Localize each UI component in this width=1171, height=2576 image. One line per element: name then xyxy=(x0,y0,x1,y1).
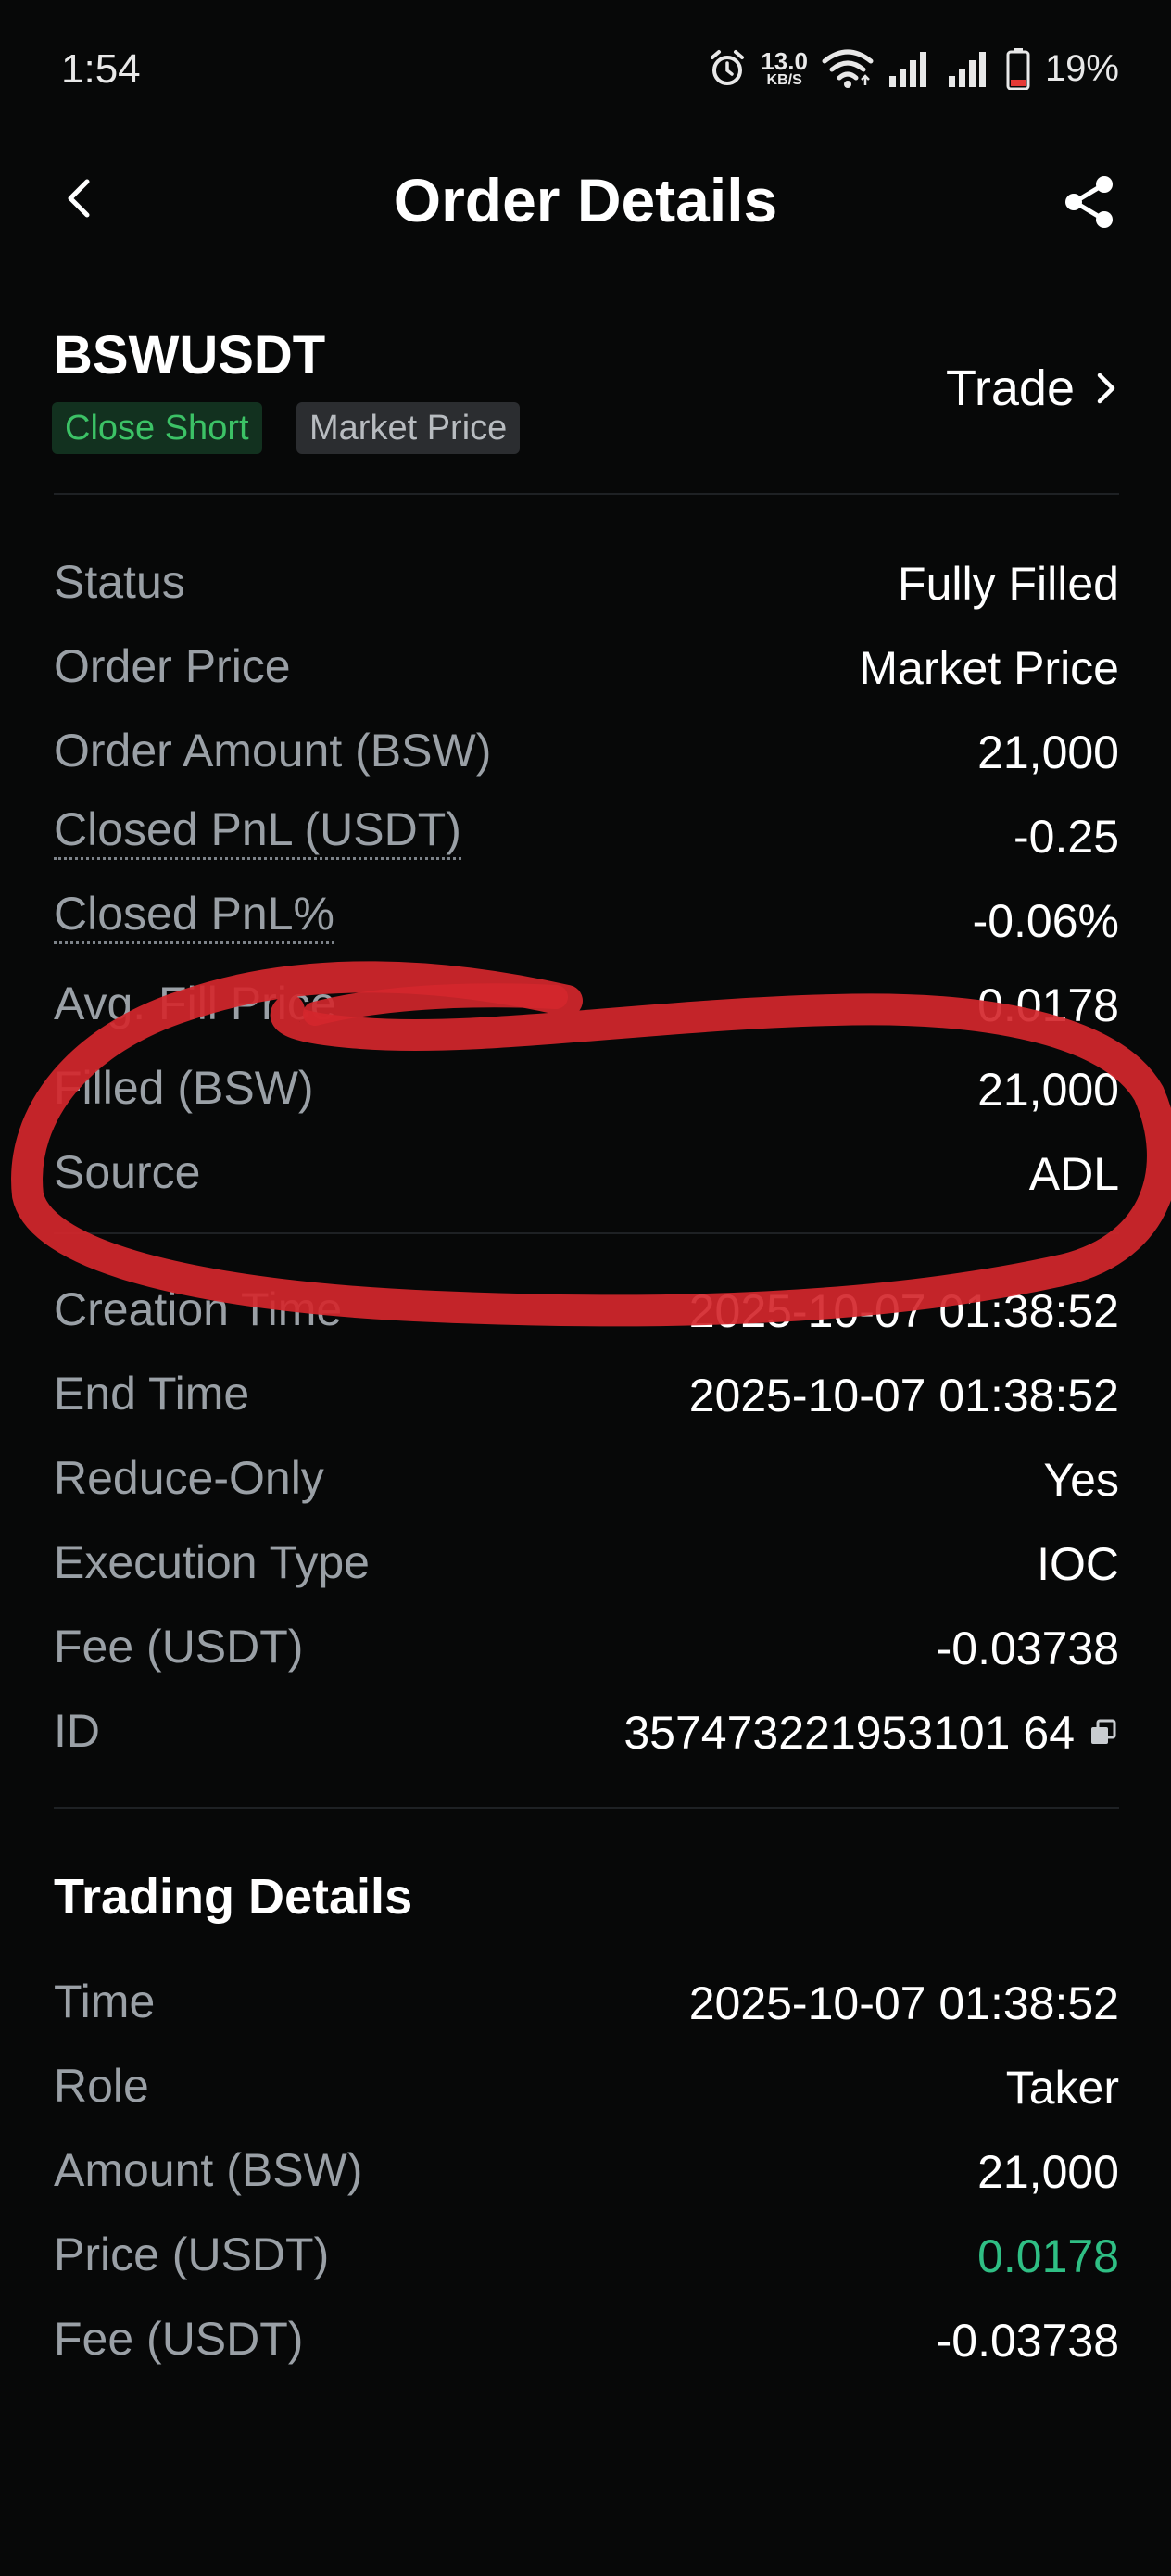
status-icons: 13.0 KB/S 19% xyxy=(707,43,1119,95)
share-icon[interactable] xyxy=(1060,172,1119,232)
detail-label: Filled (BSW) xyxy=(54,1062,314,1114)
detail-row-execution-type: Execution Type IOC xyxy=(54,1529,1119,1613)
detail-label: Source xyxy=(54,1146,201,1198)
battery-icon xyxy=(1006,48,1030,90)
detail-label: Fee (USDT) xyxy=(54,2313,304,2365)
trade-row-fee: Fee (USDT) -0.03738 xyxy=(54,2305,1119,2390)
chevron-right-icon xyxy=(1097,373,1115,404)
divider xyxy=(54,1807,1119,1809)
detail-label: Time xyxy=(54,1976,156,2027)
trade-label: Trade xyxy=(945,360,1075,416)
detail-label: End Time xyxy=(54,1368,250,1420)
trade-row-amount: Amount (BSW) 21,000 xyxy=(54,2137,1119,2221)
detail-label: Role xyxy=(54,2060,149,2112)
price-value: 0.0178 xyxy=(977,2230,1119,2282)
trade-row-role: Role Taker xyxy=(54,2052,1119,2137)
detail-value: 2025-10-07 01:38:52 xyxy=(688,1977,1119,2029)
detail-row-status: Status Fully Filled xyxy=(54,549,1119,633)
detail-row-closed-pnl-percent: Closed PnL% -0.06% xyxy=(54,886,1119,970)
signal-icon xyxy=(948,52,986,87)
detail-value: 2025-10-07 01:38:52 xyxy=(688,1370,1119,1421)
detail-label: Order Amount (BSW) xyxy=(54,725,492,777)
detail-row-closed-pnl: Closed PnL (USDT) -0.25 xyxy=(54,802,1119,886)
order-timing-list: Creation Time 2025-10-07 01:38:52 End Ti… xyxy=(54,1276,1119,1782)
signal-icon xyxy=(888,52,926,87)
trade-row-price: Price (USDT) 0.0178 xyxy=(54,2221,1119,2305)
detail-value: -0.06% xyxy=(972,895,1119,947)
detail-value: Taker xyxy=(1005,2062,1119,2114)
detail-row-end-time: End Time 2025-10-07 01:38:52 xyxy=(54,1360,1119,1445)
detail-label: Amount (BSW) xyxy=(54,2144,363,2196)
detail-row-avg-fill-price: Avg. Fill Price 0.0178 xyxy=(54,970,1119,1054)
net-speed-value: 13.0 xyxy=(761,47,808,75)
net-speed: 13.0 KB/S xyxy=(761,49,808,88)
detail-row-order-price: Order Price Market Price xyxy=(54,633,1119,717)
trading-pair: BSWUSDT xyxy=(54,325,326,385)
alarm-icon xyxy=(711,50,745,85)
detail-row-fee: Fee (USDT) -0.03738 xyxy=(54,1613,1119,1698)
detail-value: ADL xyxy=(1028,1148,1119,1200)
section-title-trading-details: Trading Details xyxy=(54,1869,413,1925)
detail-value: 21,000 xyxy=(977,2146,1119,2198)
detail-label: Price (USDT) xyxy=(54,2229,330,2280)
copy-icon[interactable] xyxy=(1088,1717,1119,1749)
detail-value: 2025-10-07 01:38:52 xyxy=(688,1285,1119,1337)
detail-value: Fully Filled xyxy=(898,558,1119,610)
trading-detail-list: Time 2025-10-07 01:38:52 Role Taker Amou… xyxy=(54,1968,1119,2390)
order-details-screen: 1:54 13.0 KB/S 19% Order Details BSWUSDT… xyxy=(0,0,1171,2576)
trade-button[interactable]: Trade xyxy=(946,360,1117,417)
trade-row-time: Time 2025-10-07 01:38:52 xyxy=(54,1968,1119,2052)
detail-value: -0.03738 xyxy=(936,1623,1119,1674)
detail-label: Order Price xyxy=(54,640,291,692)
detail-row-creation-time: Creation Time 2025-10-07 01:38:52 xyxy=(54,1276,1119,1360)
status-time: 1:54 xyxy=(61,46,141,92)
detail-row-reduce-only: Reduce-Only Yes xyxy=(54,1445,1119,1529)
divider xyxy=(54,1232,1119,1234)
detail-label: Status xyxy=(54,556,185,608)
detail-value: 21,000 xyxy=(977,1064,1119,1116)
battery-percent: 19% xyxy=(1044,47,1119,89)
closed-pnl-percent-tooltip-label[interactable]: Closed PnL% xyxy=(54,886,334,944)
detail-row-filled: Filled (BSW) 21,000 xyxy=(54,1054,1119,1139)
detail-row-source: Source ADL xyxy=(54,1139,1119,1223)
detail-value: -0.03738 xyxy=(936,2315,1119,2367)
order-id-value: 357473221953101 64 xyxy=(623,1699,1119,1766)
detail-value: 21,000 xyxy=(977,726,1119,778)
detail-label: Creation Time xyxy=(54,1283,343,1335)
order-type-badge: Market Price xyxy=(296,402,521,454)
detail-row-id: ID 357473221953101 64 xyxy=(54,1698,1119,1782)
detail-label: Execution Type xyxy=(54,1536,370,1588)
side-badge: Close Short xyxy=(52,402,262,454)
page-title: Order Details xyxy=(393,166,778,234)
detail-label: ID xyxy=(54,1705,100,1757)
net-speed-unit: KB/S xyxy=(766,72,802,88)
wifi-icon xyxy=(822,49,874,88)
order-detail-list: Status Fully Filled Order Price Market P… xyxy=(54,549,1119,1223)
detail-label: Reduce-Only xyxy=(54,1452,324,1504)
detail-value: Market Price xyxy=(859,642,1119,694)
detail-value: 0.0178 xyxy=(977,979,1119,1031)
divider xyxy=(54,493,1119,495)
detail-label: Avg. Fill Price xyxy=(54,978,336,1029)
order-id-text: 357473221953101 64 xyxy=(623,1707,1075,1759)
detail-value: IOC xyxy=(1037,1538,1119,1590)
status-bar: 1:54 13.0 KB/S 19% xyxy=(0,0,1171,139)
detail-row-order-amount: Order Amount (BSW) 21,000 xyxy=(54,717,1119,802)
detail-value: Yes xyxy=(1043,1454,1119,1506)
detail-label: Fee (USDT) xyxy=(54,1621,304,1673)
detail-value: -0.25 xyxy=(1014,811,1119,863)
closed-pnl-tooltip-label[interactable]: Closed PnL (USDT) xyxy=(54,802,461,860)
